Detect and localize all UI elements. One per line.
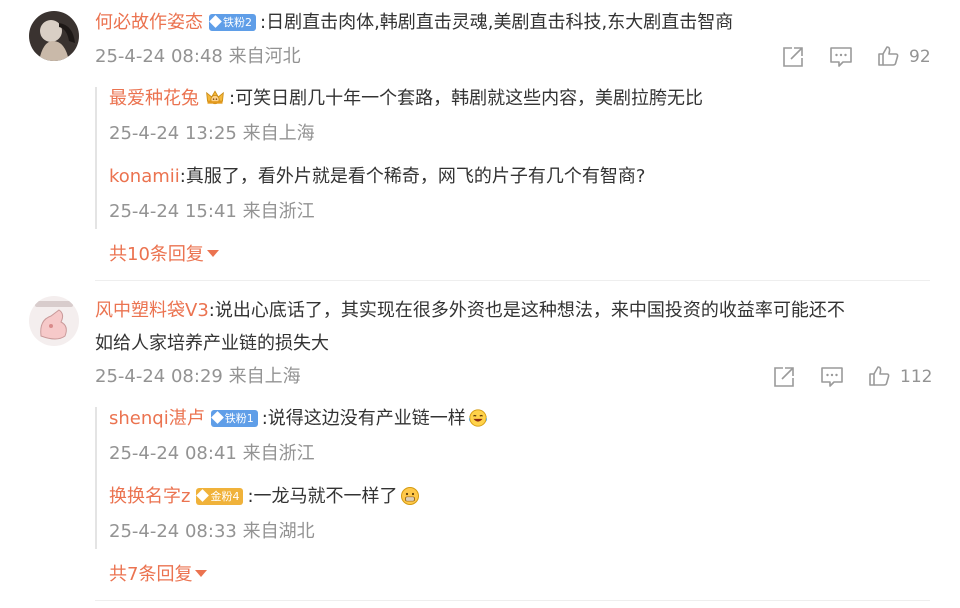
caret-down-icon	[195, 570, 208, 577]
reply-text: :真服了，看外片就是看个稀奇，网飞的片子有几个有智商?	[179, 166, 646, 187]
reply-header: 最爱种花兔 :可笑日剧几十年一个套路，韩剧就这些内容，美剧拉胯无比	[109, 86, 703, 112]
timestamp: 25-4-24 08:41	[109, 443, 237, 464]
location: 来自湖北	[242, 521, 315, 542]
timestamp: 25-4-24 15:41	[109, 201, 237, 222]
avatar[interactable]	[29, 11, 79, 61]
reply-header: konamii:真服了，看外片就是看个稀奇，网飞的片子有几个有智商?	[109, 164, 645, 190]
comment-button[interactable]	[820, 365, 844, 389]
reply-meta: 25-4-24 15:41 来自浙江	[109, 200, 315, 224]
comment-divider	[95, 280, 930, 281]
diamond-icon	[209, 15, 222, 28]
username[interactable]: 风中塑料袋V3	[95, 300, 209, 321]
comment-text: :日剧直击肉体,韩剧直击灵魂,美剧直击科技,东大剧直击智商	[260, 12, 734, 33]
comment-header: 风中塑料袋V3:说出心底话了，其实现在很多外资也是这种想法，来中国投资的收益率可…	[95, 298, 845, 324]
laugh-cry-emoji-icon	[468, 409, 487, 427]
reply-meta: 25-4-24 08:33 来自湖北	[109, 520, 315, 544]
location: 来自浙江	[242, 201, 315, 222]
reply-meta: 25-4-24 08:41 来自浙江	[109, 442, 315, 466]
more-replies-link[interactable]: 共10条回复	[109, 243, 219, 267]
timestamp: 25-4-24 08:33	[109, 521, 237, 542]
comment-button[interactable]	[829, 45, 853, 69]
fan-badge[interactable]: 金粉4	[196, 488, 244, 505]
like-count: 92	[909, 47, 931, 67]
username[interactable]: 何必故作姿态	[95, 12, 203, 33]
share-icon	[783, 47, 803, 67]
like-count: 112	[900, 367, 933, 387]
grimace-emoji-icon	[400, 487, 419, 505]
more-replies-link[interactable]: 共7条回复	[109, 563, 208, 587]
username[interactable]: shenqi湛卢	[109, 408, 205, 429]
reply-header: shenqi湛卢 铁粉1:说得这边没有产业链一样	[109, 406, 488, 432]
diamond-icon	[210, 411, 224, 424]
comment-text-continued: 如给人家培养产业链的损失大	[95, 333, 329, 354]
crown-emoji-icon	[206, 90, 224, 105]
comment-divider	[95, 600, 930, 601]
caret-down-icon	[206, 250, 219, 257]
avatar[interactable]	[29, 296, 79, 346]
location: 来自河北	[228, 46, 301, 67]
share-icon	[774, 367, 794, 387]
comment-meta: 25-4-24 08:29 来自上海	[95, 365, 301, 389]
thumbs-up-icon	[878, 46, 899, 66]
reply-thread-bar	[95, 407, 97, 549]
diamond-icon	[196, 489, 210, 502]
comment-icon	[821, 367, 843, 387]
reply-meta: 25-4-24 13:25 来自上海	[109, 122, 315, 146]
reply-text: :可笑日剧几十年一个套路，韩剧就这些内容，美剧拉胯无比	[229, 88, 704, 109]
like-button[interactable]	[867, 364, 891, 388]
share-button[interactable]	[781, 45, 805, 69]
reply-header: 换换名字z 金粉4:一龙马就不一样了	[109, 484, 420, 510]
fan-badge[interactable]: 铁粉2	[209, 14, 256, 31]
avatar-image	[29, 296, 79, 346]
location: 来自浙江	[242, 443, 315, 464]
comment-header: 何必故作姿态 铁粉2:日剧直击肉体,韩剧直击灵魂,美剧直击科技,东大剧直击智商	[95, 10, 733, 36]
timestamp: 25-4-24 08:48	[95, 46, 223, 67]
like-button[interactable]	[876, 44, 900, 68]
reply-text: :一龙马就不一样了	[247, 486, 398, 507]
timestamp: 25-4-24 08:29	[95, 366, 223, 387]
thumbs-up-icon	[869, 366, 890, 386]
reply-thread-bar	[95, 87, 97, 229]
username[interactable]: 换换名字z	[109, 486, 190, 507]
share-button[interactable]	[772, 365, 796, 389]
username[interactable]: konamii	[109, 166, 180, 187]
fan-badge[interactable]: 铁粉1	[210, 410, 258, 427]
comment-icon	[830, 47, 852, 67]
timestamp: 25-4-24 13:25	[109, 123, 237, 144]
comment-meta: 25-4-24 08:48 来自河北	[95, 45, 301, 69]
username[interactable]: 最爱种花兔	[109, 88, 199, 109]
location: 来自上海	[228, 366, 301, 387]
reply-text: :说得这边没有产业链一样	[261, 408, 466, 429]
comment-text: :说出心底话了，其实现在很多外资也是这种想法，来中国投资的收益率可能还不	[208, 300, 845, 321]
avatar-image	[29, 11, 79, 61]
location: 来自上海	[242, 123, 315, 144]
